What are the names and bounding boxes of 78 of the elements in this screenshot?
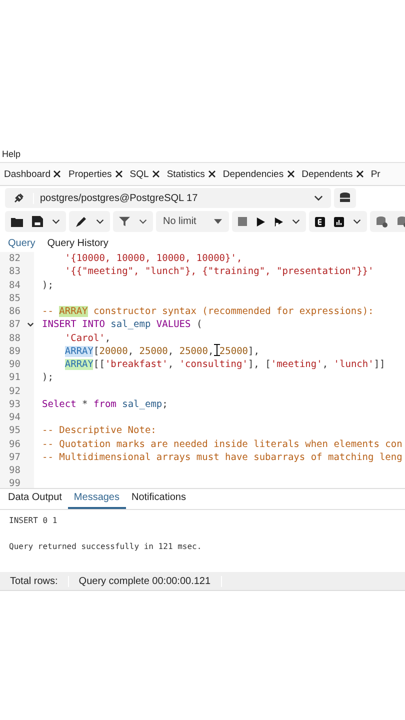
filter-icon[interactable] [119,216,130,227]
caret-icon[interactable] [139,219,147,224]
line-number: 92 [9,384,22,398]
database-button[interactable] [334,188,356,208]
line-number: 94 [9,411,22,424]
code-line: -- Descriptive Note: [42,424,156,438]
code-line: -- ARRAY constructor syntax (recommended for expressions): [42,305,374,318]
play-icon[interactable] [274,216,284,226]
line-number: 95 [9,424,22,438]
panel-tab[interactable]: Properties [64,163,126,185]
code-line: ); [42,278,54,292]
row-limit-select[interactable]: No limit [156,211,230,232]
save-icon[interactable] [32,216,43,227]
code-line: -- Multidimensional arrays must have subarrays of matching leng [42,450,402,464]
line-number: 93 [9,398,22,411]
code-editor[interactable] [0,252,405,488]
message-text: Query returned successfully in 121 msec. [9,542,203,551]
query-tab[interactable]: Query History [41,235,114,255]
connection-select[interactable]: postgres/postgres@PostgreSQL 17 [5,188,331,208]
panel-tab[interactable]: Pr [366,163,384,185]
caret-icon[interactable] [96,219,104,224]
panel-tab[interactable]: Dependencies [218,163,298,185]
chart-icon[interactable] [334,216,344,226]
folder-icon[interactable] [11,216,23,226]
line-number: 98 [9,464,22,478]
code-line: Select * from sal_emp; [42,398,168,411]
line-number: 89 [9,344,22,358]
line-number: 84 [9,278,22,292]
message-text: INSERT 0 1 [9,516,58,525]
line-number: 86 [9,305,22,318]
close-icon[interactable] [53,170,62,178]
code-line: 'Carol', [64,332,111,345]
line-number: 88 [9,332,22,345]
caret-icon[interactable] [292,219,300,224]
line-number: 82 [9,252,22,266]
panel-tab[interactable]: SQL [126,163,163,185]
close-icon[interactable] [152,170,160,178]
code-line: '{{"meeting", "lunch"}, {"training", "presentation"}}' [64,265,374,278]
line-number: 99 [9,477,22,488]
caret-icon [314,195,323,201]
pen-icon[interactable] [75,216,87,228]
close-icon[interactable] [208,170,216,178]
plug-icon [12,191,26,205]
fold-icon[interactable] [27,322,34,328]
panel-tab[interactable]: Dependents [298,163,367,185]
line-number: 97 [9,450,22,464]
total-rows-label: Total rows: [0,576,69,586]
text-cursor-icon [214,344,220,356]
line-number: 85 [9,292,22,305]
play-icon[interactable] [256,216,266,226]
code-line: -- Quotation marks are needed inside literals when elements con [42,438,402,451]
database-icon [339,192,351,204]
code-line: ); [42,371,54,384]
line-number: 83 [9,265,22,278]
code-line: ARRAY[['breakfast', 'consulting'], ['meeting', 'lunch']] [64,358,386,372]
explain-icon[interactable] [315,216,326,226]
line-number: 96 [9,438,22,451]
close-icon[interactable] [356,170,364,178]
panel-tab[interactable]: Statistics [162,163,219,185]
caret-icon[interactable] [52,219,60,224]
result-tab[interactable]: Messages [68,489,126,509]
code-line: ARRAY[20000, 25000, 25000, 25000], [64,344,260,358]
menu-item[interactable]: Help [2,148,21,158]
close-icon[interactable] [286,170,295,178]
line-number: 90 [9,358,22,372]
caret-icon[interactable] [353,219,362,224]
panel-tab[interactable]: Dashboard [0,163,64,185]
caret-icon [214,219,222,224]
line-number: 91 [9,371,22,384]
stop-icon[interactable] [238,217,248,226]
code-line: '{10000, 10000, 10000, 10000}', [64,252,242,266]
result-tab[interactable]: Data Output [2,489,68,509]
result-tab[interactable]: Notifications [126,489,192,509]
status-text: Query complete 00:00:00.121 [68,576,222,586]
code-line: INSERT INTO sal_emp VALUES ( [42,318,202,332]
database-icon[interactable] [376,216,388,228]
close-icon[interactable] [114,170,123,178]
line-number: 87 [9,318,22,332]
